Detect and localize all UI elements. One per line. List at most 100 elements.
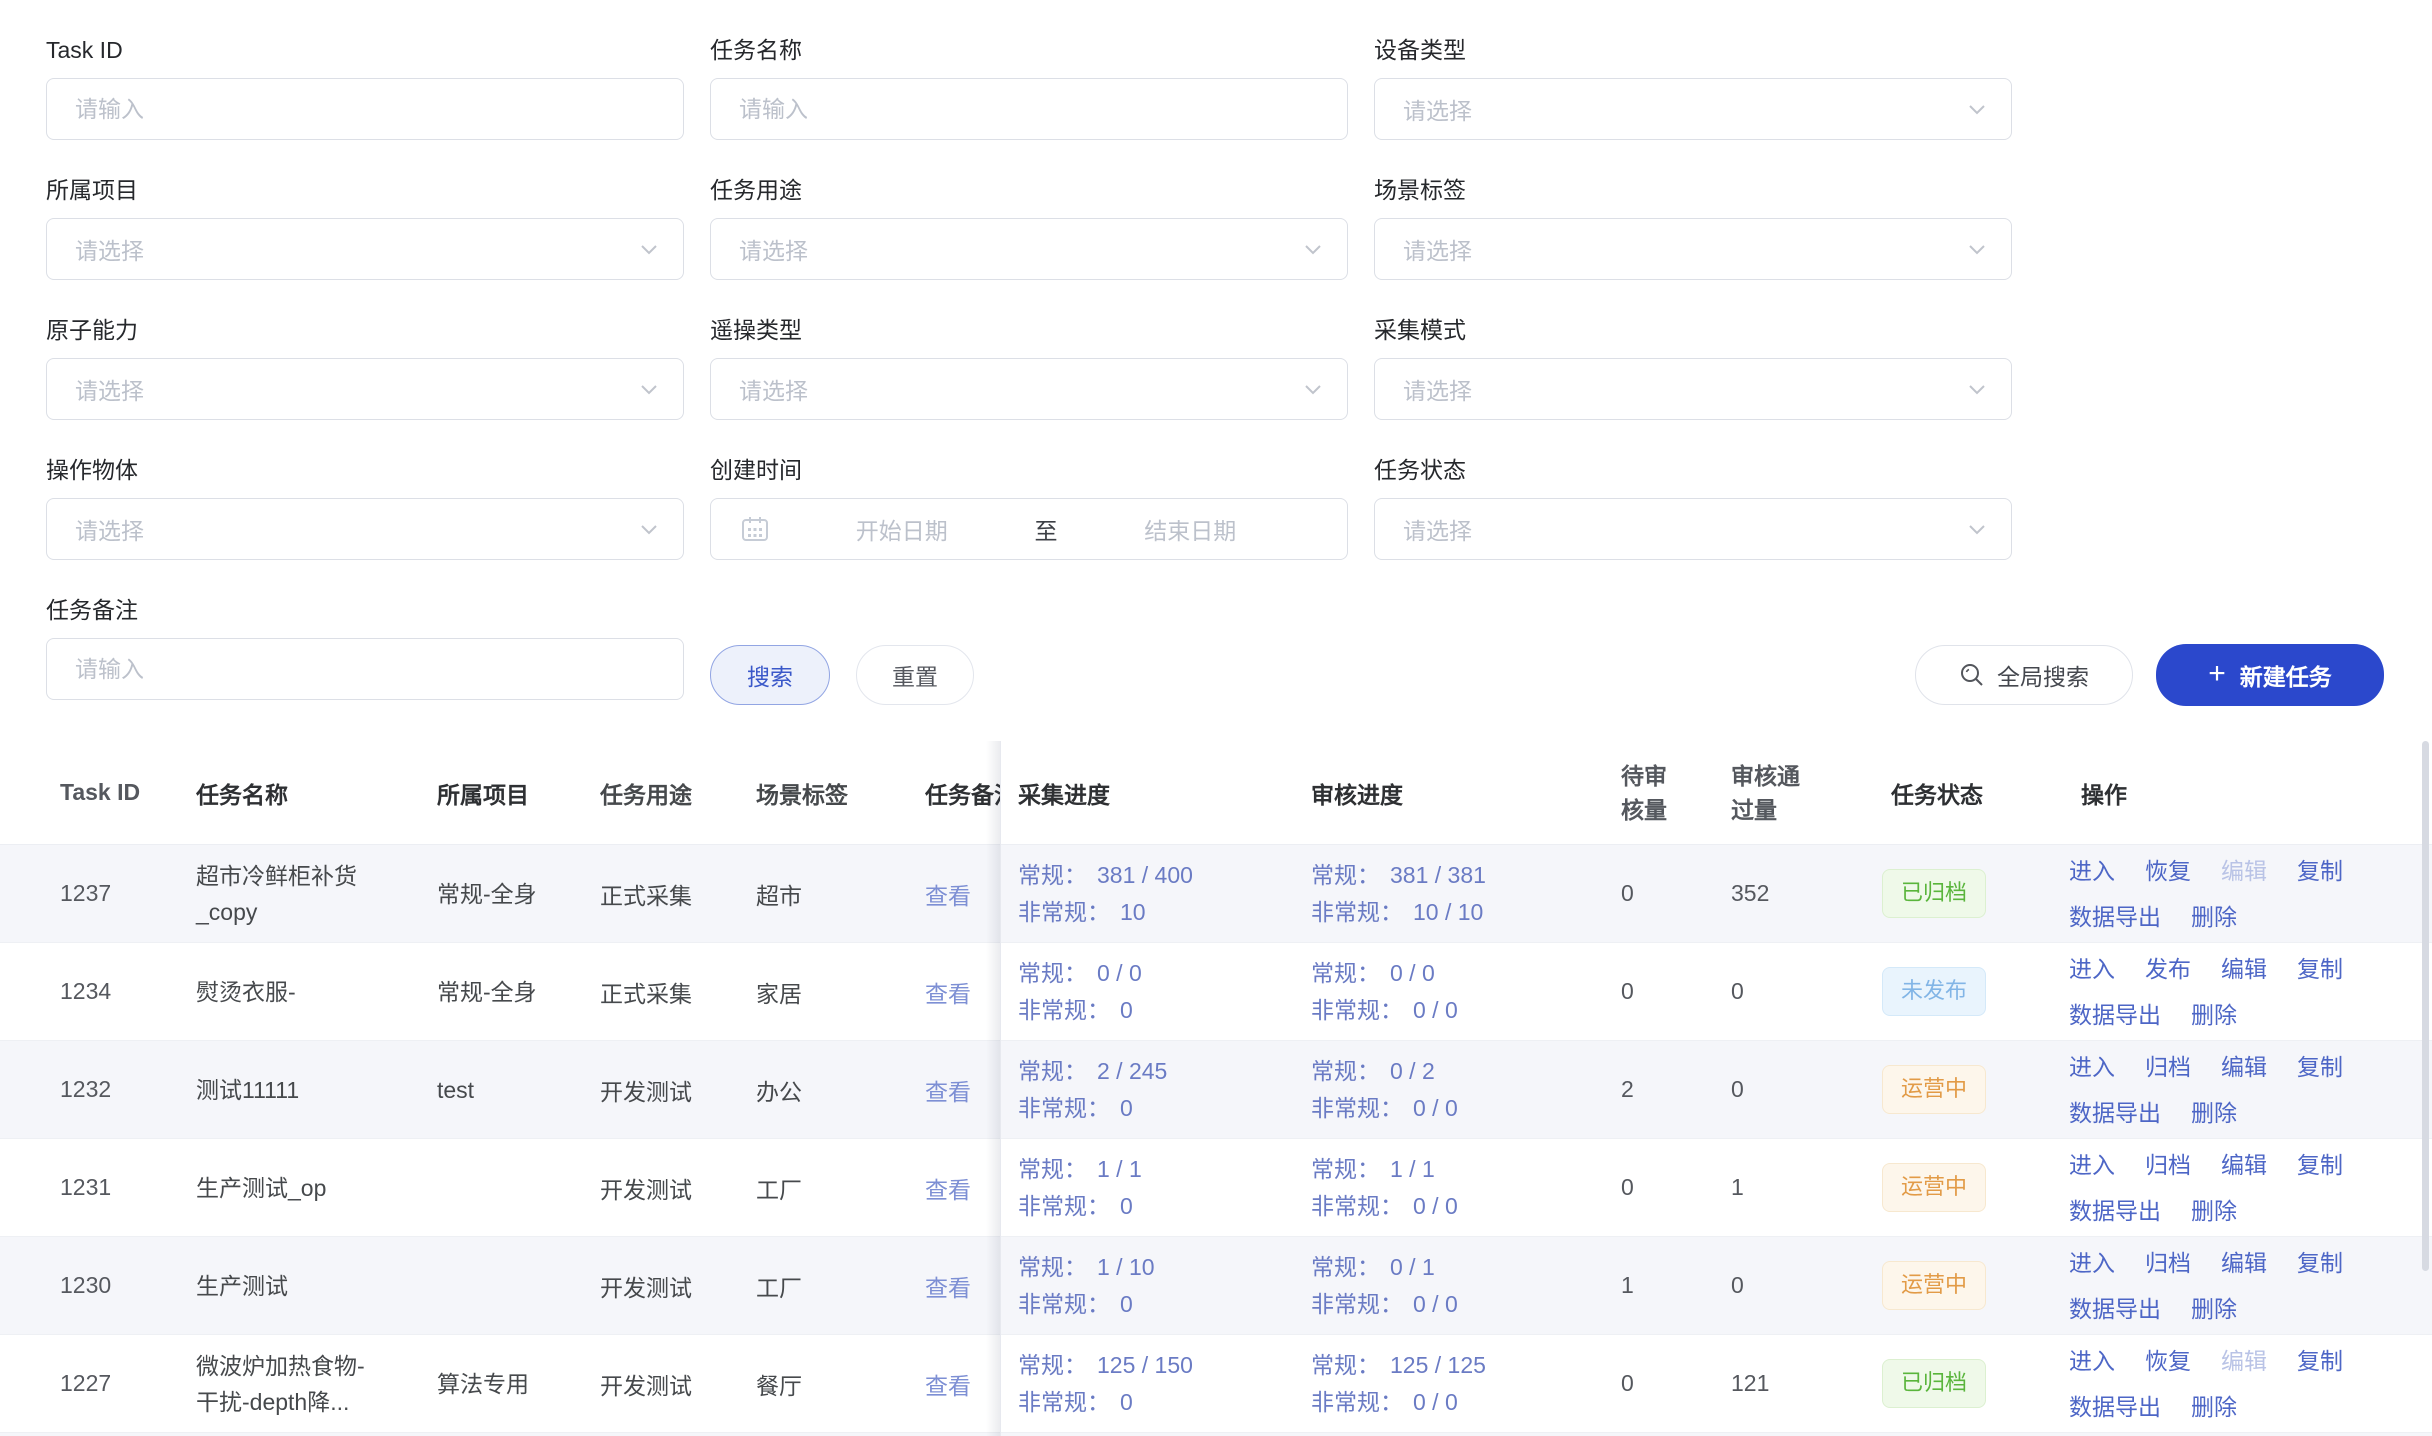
action-link[interactable]: 恢复 (2145, 854, 2191, 888)
progress-irregular-label: 非常规： (1018, 1193, 1110, 1219)
filter-field-task-remark: 任务备注 (46, 594, 684, 700)
select-placeholder: 请选择 (1403, 92, 1983, 126)
cell-purpose: 开发测试 (600, 1335, 756, 1432)
review-regular-value: 1 / 1 (1390, 1156, 1435, 1182)
action-link[interactable]: 编辑 (2221, 1246, 2267, 1280)
cell-pending-count: 2 (1621, 1041, 1731, 1138)
scene-tag-select[interactable]: 请选择 (1374, 218, 2012, 280)
view-remark-link[interactable]: 查看 (925, 1171, 971, 1205)
reset-button[interactable]: 重置 (856, 645, 974, 705)
action-link[interactable]: 数据导出 (2069, 1194, 2161, 1228)
table-body: 1237 超市冷鲜柜补货_copy 常规-全身 正式采集 超市 查看 常规：38… (0, 845, 2432, 1433)
create-time-daterange[interactable]: 开始日期 至 结束日期 (710, 498, 1348, 560)
action-link[interactable]: 删除 (2191, 998, 2237, 1032)
chevron-down-icon (641, 525, 657, 535)
project-select[interactable]: 请选择 (46, 218, 684, 280)
table-row: 1232 测试11111 test 开发测试 办公 查看 常规：2 / 245 … (0, 1041, 2432, 1139)
cell-review-progress: 常规：1 / 1 非常规：0 / 0 (1311, 1139, 1621, 1236)
action-link[interactable]: 删除 (2191, 1096, 2237, 1130)
review-regular-value: 0 / 1 (1390, 1254, 1435, 1280)
create-task-button[interactable]: + 新建任务 (2156, 644, 2384, 706)
cell-pending-count: 0 (1621, 845, 1731, 942)
progress-irregular-label: 非常规： (1311, 1291, 1403, 1317)
view-remark-link[interactable]: 查看 (925, 1367, 971, 1401)
action-link[interactable]: 复制 (2297, 1246, 2343, 1280)
action-link[interactable]: 进入 (2069, 1050, 2115, 1084)
action-link[interactable]: 编辑 (2221, 1148, 2267, 1182)
task-status-select[interactable]: 请选择 (1374, 498, 2012, 560)
cell-review-progress: 常规：0 / 2 非常规：0 / 0 (1311, 1041, 1621, 1138)
chevron-down-icon (1969, 385, 1985, 395)
header-remark: 任务备注 (915, 741, 1000, 844)
action-link[interactable]: 复制 (2297, 1050, 2343, 1084)
task-remark-input[interactable] (46, 638, 684, 700)
action-link[interactable]: 归档 (2145, 1246, 2191, 1280)
filter-label: 任务名称 (710, 34, 1348, 66)
action-link[interactable]: 编辑 (2221, 854, 2267, 888)
collect-irregular-value: 0 (1120, 1193, 1133, 1219)
action-link[interactable]: 进入 (2069, 1344, 2115, 1378)
action-link[interactable]: 删除 (2191, 900, 2237, 934)
cell-passed-count: 121 (1731, 1335, 1891, 1432)
cell-passed-count: 0 (1731, 1041, 1891, 1138)
cell-collect-progress: 常规：2 / 245 非常规：0 (1000, 1041, 1311, 1138)
action-link[interactable]: 删除 (2191, 1292, 2237, 1326)
calendar-icon (741, 515, 769, 543)
action-link[interactable]: 进入 (2069, 1148, 2115, 1182)
view-remark-link[interactable]: 查看 (925, 877, 971, 911)
table-row: 1230 生产测试 开发测试 工厂 查看 常规：1 / 10 非常规：0 常规：… (0, 1237, 2432, 1335)
end-date-placeholder[interactable]: 结束日期 (1064, 512, 1318, 546)
action-link[interactable]: 复制 (2297, 952, 2343, 986)
action-link[interactable]: 发布 (2145, 952, 2191, 986)
status-badge: 已归档 (1882, 869, 1986, 918)
search-icon (1959, 662, 1985, 688)
task-name-input[interactable] (710, 78, 1348, 140)
action-link[interactable]: 进入 (2069, 952, 2115, 986)
action-link[interactable]: 编辑 (2221, 952, 2267, 986)
action-link[interactable]: 归档 (2145, 1148, 2191, 1182)
action-link[interactable]: 数据导出 (2069, 900, 2161, 934)
action-link[interactable]: 数据导出 (2069, 1390, 2161, 1424)
progress-regular-label: 常规： (1311, 960, 1380, 986)
action-link[interactable]: 恢复 (2145, 1344, 2191, 1378)
status-badge: 未发布 (1882, 967, 1986, 1016)
cell-task-name: 生产测试_op (196, 1139, 437, 1236)
chevron-down-icon (641, 385, 657, 395)
action-link[interactable]: 复制 (2297, 1344, 2343, 1378)
filter-label: 采集模式 (1374, 314, 2012, 346)
progress-regular-label: 常规： (1018, 1352, 1087, 1378)
cell-task-id: 1234 (0, 943, 196, 1040)
action-link[interactable]: 进入 (2069, 1246, 2115, 1280)
cell-scene-tag: 家居 (756, 943, 915, 1040)
progress-regular-label: 常规： (1311, 1058, 1380, 1084)
view-remark-link[interactable]: 查看 (925, 1073, 971, 1107)
search-button[interactable]: 搜索 (710, 645, 830, 705)
progress-regular-label: 常规： (1018, 862, 1087, 888)
purpose-select[interactable]: 请选择 (710, 218, 1348, 280)
action-link[interactable]: 删除 (2191, 1390, 2237, 1424)
start-date-placeholder[interactable]: 开始日期 (775, 512, 1029, 546)
global-search-button[interactable]: 全局搜索 (1915, 645, 2133, 705)
action-link[interactable]: 编辑 (2221, 1344, 2267, 1378)
collect-regular-value: 1 / 10 (1097, 1254, 1155, 1280)
operate-object-select[interactable]: 请选择 (46, 498, 684, 560)
cell-pending-count: 0 (1621, 1335, 1731, 1432)
action-link[interactable]: 归档 (2145, 1050, 2191, 1084)
action-link[interactable]: 复制 (2297, 1148, 2343, 1182)
filter-field-operate-object: 操作物体 请选择 (46, 454, 684, 560)
view-remark-link[interactable]: 查看 (925, 1269, 971, 1303)
device-type-select[interactable]: 请选择 (1374, 78, 2012, 140)
view-remark-link[interactable]: 查看 (925, 975, 971, 1009)
task-id-input[interactable] (46, 78, 684, 140)
action-link[interactable]: 复制 (2297, 854, 2343, 888)
action-link[interactable]: 数据导出 (2069, 1096, 2161, 1130)
vertical-scrollbar-thumb[interactable] (2422, 741, 2429, 1271)
action-link[interactable]: 数据导出 (2069, 1292, 2161, 1326)
action-link[interactable]: 进入 (2069, 854, 2115, 888)
action-link[interactable]: 数据导出 (2069, 998, 2161, 1032)
action-link[interactable]: 删除 (2191, 1194, 2237, 1228)
action-link[interactable]: 编辑 (2221, 1050, 2267, 1084)
teleop-type-select[interactable]: 请选择 (710, 358, 1348, 420)
atomic-ability-select[interactable]: 请选择 (46, 358, 684, 420)
collect-mode-select[interactable]: 请选择 (1374, 358, 2012, 420)
